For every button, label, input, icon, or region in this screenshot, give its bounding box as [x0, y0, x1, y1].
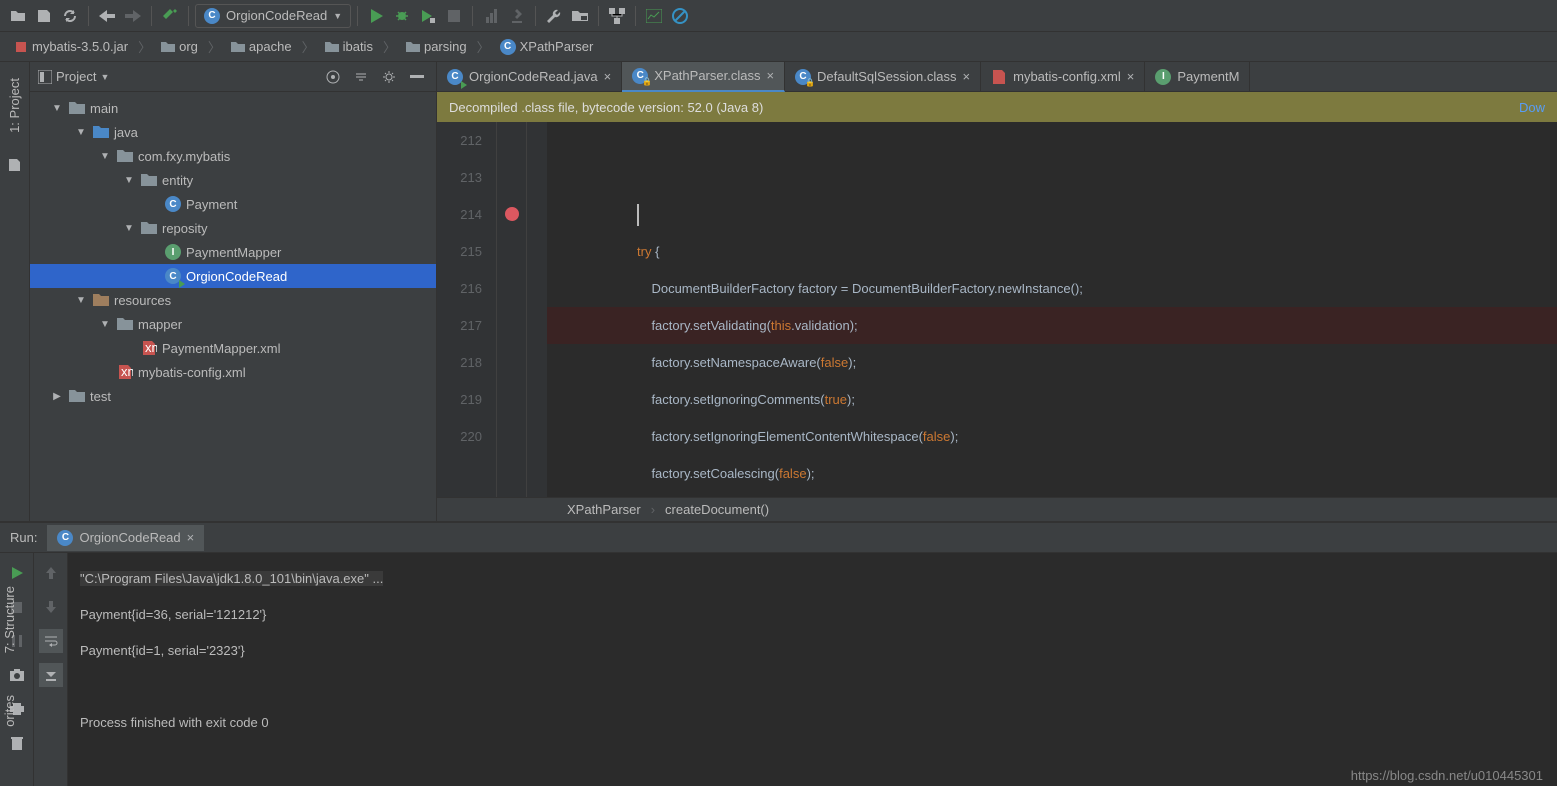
tree-item[interactable]: ▼mapper — [30, 312, 436, 336]
tree-item[interactable]: ▼main — [30, 96, 436, 120]
breadcrumb-item[interactable]: apache — [225, 37, 298, 56]
run-tab[interactable]: C OrgionCodeRead × — [47, 525, 204, 551]
code-editor[interactable]: 212213214215216217218219220 try { Docume… — [437, 122, 1557, 497]
main-toolbar: C OrgionCodeRead ▼ — [0, 0, 1557, 32]
class-icon: C — [57, 530, 73, 546]
svg-text:xml: xml — [121, 365, 133, 379]
editor-tab[interactable]: CXPathParser.class× — [622, 62, 785, 92]
chevron-down-icon: ▼ — [100, 72, 109, 82]
open-icon[interactable] — [6, 4, 30, 28]
favorites-tool-button[interactable]: orites — [0, 689, 19, 733]
close-icon[interactable]: × — [963, 69, 971, 84]
close-icon[interactable]: × — [1127, 69, 1135, 84]
editor-tabs: COrgionCodeRead.java×CXPathParser.class×… — [437, 62, 1557, 92]
fold-gutter — [527, 122, 547, 497]
tree-item[interactable]: ▶test — [30, 384, 436, 408]
run-config-dropdown[interactable]: C OrgionCodeRead ▼ — [195, 4, 351, 28]
up-icon[interactable] — [39, 561, 63, 585]
coverage-icon[interactable] — [416, 4, 440, 28]
forward-icon[interactable] — [121, 4, 145, 28]
project-panel: Project ▼ ▼main▼java▼com.fxy.mybatis▼ent… — [30, 62, 437, 521]
breakpoint-gutter[interactable] — [497, 122, 527, 497]
tree-item[interactable]: ▼com.fxy.mybatis — [30, 144, 436, 168]
tree-item[interactable]: IPaymentMapper — [30, 240, 436, 264]
stop-icon[interactable] — [442, 4, 466, 28]
close-icon[interactable]: × — [187, 530, 195, 545]
tree-item[interactable]: ▼entity — [30, 168, 436, 192]
project-view-combo[interactable]: Project ▼ — [38, 69, 316, 84]
wrap-icon[interactable] — [39, 629, 63, 653]
build-icon[interactable] — [158, 4, 182, 28]
run-tools-secondary — [34, 553, 68, 786]
status-url: https://blog.csdn.net/u010445301 — [1351, 768, 1543, 783]
run-panel: Run: C OrgionCodeRead × "C:\Program File… — [0, 521, 1557, 786]
breadcrumb-item[interactable]: parsing — [400, 37, 473, 56]
editor-tab[interactable]: mybatis-config.xml× — [981, 62, 1145, 92]
tree-item[interactable]: ▼reposity — [30, 216, 436, 240]
download-sources-link[interactable]: Dow — [1519, 100, 1545, 115]
breadcrumb-item[interactable]: ibatis — [319, 37, 379, 56]
tree-item[interactable]: xmlPaymentMapper.xml — [30, 336, 436, 360]
tree-item[interactable]: ▼java — [30, 120, 436, 144]
save-all-icon[interactable] — [32, 4, 56, 28]
attach-icon[interactable] — [505, 4, 529, 28]
back-icon[interactable] — [95, 4, 119, 28]
collapse-icon[interactable] — [350, 66, 372, 88]
down-icon[interactable] — [39, 595, 63, 619]
target-icon[interactable] — [322, 66, 344, 88]
breadcrumb-item[interactable]: mybatis-3.5.0.jar — [8, 37, 134, 56]
project-tool-button[interactable]: 1: Project — [5, 72, 24, 139]
wrench-icon[interactable] — [542, 4, 566, 28]
tree-item[interactable]: COrgionCodeRead — [30, 264, 436, 288]
left-strip-lower: 7: Structure orites — [0, 360, 30, 733]
code-content[interactable]: try { DocumentBuilderFactory factory = D… — [547, 122, 1557, 497]
close-icon[interactable]: × — [766, 68, 774, 83]
breadcrumb-item[interactable]: org — [155, 37, 204, 56]
run-icon[interactable] — [364, 4, 388, 28]
close-icon[interactable]: × — [604, 69, 612, 84]
run-panel-header: Run: C OrgionCodeRead × — [0, 523, 1557, 553]
editor-tab[interactable]: COrgionCodeRead.java× — [437, 62, 622, 92]
tree-item[interactable]: ▼resources — [30, 288, 436, 312]
scroll-end-icon[interactable] — [39, 663, 63, 687]
profile-icon[interactable] — [479, 4, 503, 28]
gear-icon[interactable] — [378, 66, 400, 88]
tree-item[interactable]: xmlmybatis-config.xml — [30, 360, 436, 384]
sync-icon[interactable] — [58, 4, 82, 28]
editor-tab[interactable]: CDefaultSqlSession.class× — [785, 62, 981, 92]
debug-icon[interactable] — [390, 4, 414, 28]
project-panel-header: Project ▼ — [30, 62, 436, 92]
structure-tool-button[interactable]: 7: Structure — [0, 580, 19, 659]
breadcrumb-item[interactable]: CXPathParser — [494, 37, 600, 57]
class-icon: C — [204, 8, 220, 24]
decompile-banner: Decompiled .class file, bytecode version… — [437, 92, 1557, 122]
trash-icon[interactable] — [5, 731, 29, 755]
caret — [637, 204, 639, 226]
project-tree[interactable]: ▼main▼java▼com.fxy.mybatis▼entityCPaymen… — [30, 92, 436, 521]
project-structure-icon[interactable] — [568, 4, 592, 28]
tree-item[interactable]: CPayment — [30, 192, 436, 216]
console-output[interactable]: "C:\Program Files\Java\jdk1.8.0_101\bin\… — [68, 553, 1557, 786]
block-icon[interactable] — [668, 4, 692, 28]
chevron-down-icon: ▼ — [333, 11, 342, 21]
run-config-label: OrgionCodeRead — [226, 8, 327, 23]
editor-breadcrumb[interactable]: XPathParser › createDocument() — [437, 497, 1557, 521]
svg-text:xml: xml — [145, 341, 157, 355]
breadcrumb-bar: mybatis-3.5.0.jar〉org〉apache〉ibatis〉pars… — [0, 32, 1557, 62]
chart-icon[interactable] — [642, 4, 666, 28]
editor-tab[interactable]: IPaymentM — [1145, 62, 1250, 92]
line-number-gutter: 212213214215216217218219220 — [437, 122, 497, 497]
file-icon[interactable] — [3, 153, 27, 177]
vcs-icon[interactable] — [605, 4, 629, 28]
editor-area: COrgionCodeRead.java×CXPathParser.class×… — [437, 62, 1557, 521]
hide-icon[interactable] — [406, 66, 428, 88]
